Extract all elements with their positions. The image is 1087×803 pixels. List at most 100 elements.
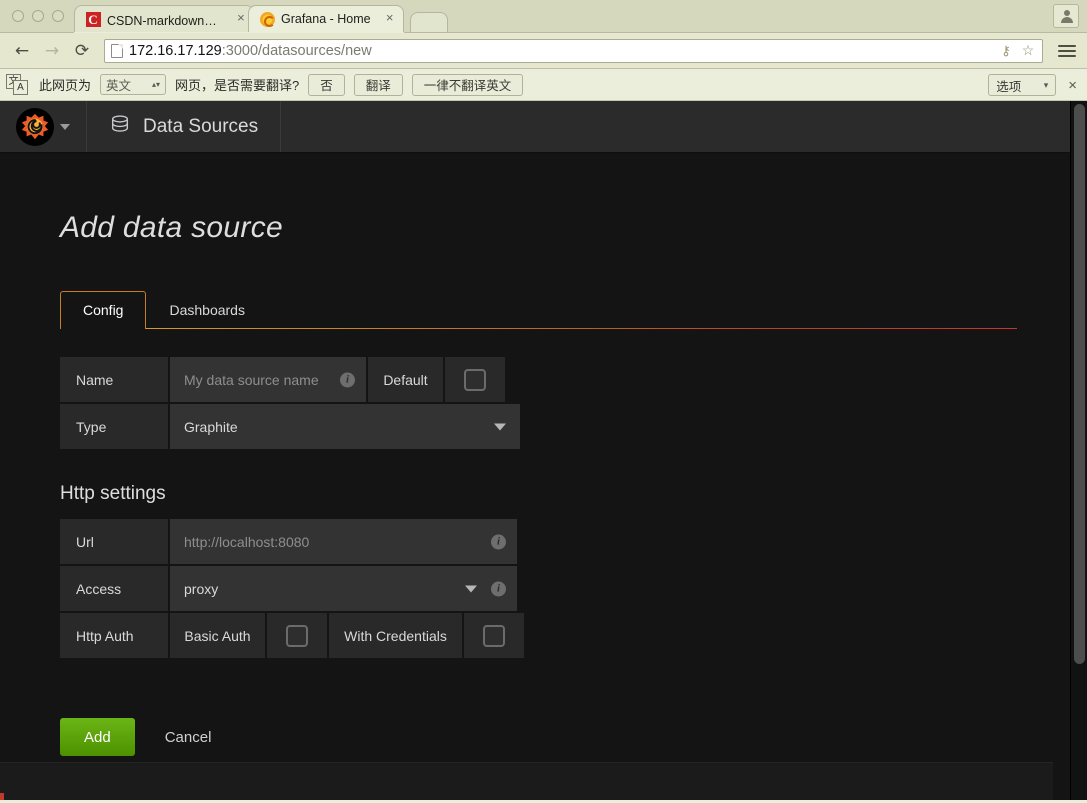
window-controls bbox=[6, 0, 74, 32]
browser-tab-title: CSDN-markdown编辑器 bbox=[107, 13, 235, 28]
person-icon bbox=[1060, 9, 1073, 23]
tab-config-label: Config bbox=[83, 302, 124, 318]
translate-language-select[interactable]: 英文 ▴▾ bbox=[100, 74, 167, 95]
browser-menu-button[interactable] bbox=[1055, 39, 1079, 63]
basic-auth-label: Basic Auth bbox=[170, 613, 265, 658]
url-input[interactable] bbox=[170, 519, 517, 564]
address-bar[interactable]: 172.16.17.129:3000/datasources/new ⚷ ☆ bbox=[104, 38, 1043, 63]
form-actions: Add Cancel bbox=[60, 718, 1070, 756]
menu-line bbox=[1058, 54, 1076, 57]
page-footer-band bbox=[0, 762, 1053, 800]
page-scrollbar-thumb[interactable] bbox=[1074, 104, 1085, 664]
browser-tab-grafana[interactable]: Grafana - Home × bbox=[248, 5, 404, 32]
default-label: Default bbox=[368, 357, 443, 402]
info-icon[interactable]: i bbox=[491, 534, 506, 549]
reload-button[interactable]: ⟳ bbox=[68, 37, 96, 65]
url-text: 172.16.17.129:3000/datasources/new bbox=[129, 43, 992, 59]
access-select-value: proxy bbox=[184, 580, 219, 597]
name-label: Name bbox=[60, 357, 168, 402]
access-select[interactable]: proxy i bbox=[170, 566, 517, 611]
page-scrollbar[interactable] bbox=[1070, 101, 1087, 800]
with-credentials-checkbox-cell bbox=[464, 613, 524, 658]
page-content: Add data source Config Dashboards Name M… bbox=[0, 153, 1070, 756]
basic-auth-checkbox[interactable] bbox=[286, 624, 308, 647]
cancel-button[interactable]: Cancel bbox=[161, 729, 216, 746]
grafana-brand-menu[interactable] bbox=[0, 101, 87, 152]
chevron-down-icon: ▾ bbox=[1043, 79, 1049, 90]
profile-button[interactable] bbox=[1053, 4, 1079, 28]
info-icon[interactable]: i bbox=[340, 372, 355, 387]
translate-infobar: 文 A 此网页为 英文 ▴▾ 网页，是否需要翻译? 否 翻译 一律不翻译英文 选… bbox=[0, 69, 1087, 101]
window-maximize-button[interactable] bbox=[52, 9, 64, 22]
basic-settings-form: Name i Default Type Graphite bbox=[60, 357, 1070, 449]
browser-tabstrip: C CSDN-markdown编辑器 × Grafana - Home × bbox=[0, 0, 1087, 33]
url-row: Url i bbox=[60, 519, 1070, 564]
csdn-icon: C bbox=[85, 11, 101, 27]
browser-tab-title: Grafana - Home bbox=[281, 12, 371, 26]
close-icon[interactable]: × bbox=[1064, 77, 1081, 94]
chevron-down-icon bbox=[494, 423, 506, 430]
translate-language-value: 英文 bbox=[106, 79, 132, 93]
url-host: 172.16.17.129 bbox=[129, 42, 222, 59]
translate-prefix-text: 此网页为 bbox=[39, 78, 92, 93]
window-close-button[interactable] bbox=[12, 9, 24, 22]
url-path: :3000/datasources/new bbox=[221, 42, 372, 59]
translate-options-button[interactable]: 选项 ▾ bbox=[988, 74, 1057, 96]
menu-line bbox=[1058, 44, 1076, 47]
navbar-item-label: Data Sources bbox=[143, 115, 259, 137]
browser-toolbar: ← → ⟳ 172.16.17.129:3000/datasources/new… bbox=[0, 33, 1087, 69]
translate-never-button[interactable]: 一律不翻译英文 bbox=[411, 73, 524, 96]
http-settings-form: Url i Access proxy i bbox=[60, 519, 1070, 658]
page-title: Add data source bbox=[60, 211, 283, 244]
grafana-navbar: Data Sources bbox=[0, 101, 1070, 153]
translate-question-text: 网页，是否需要翻译? bbox=[175, 78, 300, 93]
name-input[interactable] bbox=[170, 357, 366, 402]
add-button[interactable]: Add bbox=[60, 718, 135, 756]
type-label: Type bbox=[60, 404, 168, 449]
tab-config[interactable]: Config bbox=[60, 291, 147, 329]
translate-icon-en: A bbox=[13, 79, 28, 95]
window-minimize-button[interactable] bbox=[32, 9, 44, 22]
database-icon bbox=[109, 113, 131, 141]
chevron-down-icon bbox=[465, 585, 477, 592]
translate-icon[interactable]: 文 A bbox=[6, 73, 30, 96]
http-auth-label: Http Auth bbox=[60, 613, 168, 658]
close-icon[interactable]: × bbox=[235, 11, 247, 26]
menu-line bbox=[1058, 49, 1076, 52]
basic-auth-checkbox-cell bbox=[267, 613, 327, 658]
page-info-icon[interactable] bbox=[111, 43, 123, 58]
with-credentials-checkbox[interactable] bbox=[483, 624, 505, 647]
url-label: Url bbox=[60, 519, 168, 564]
chevron-updown-icon: ▴▾ bbox=[151, 79, 161, 89]
url-input-wrap: i bbox=[170, 519, 517, 564]
chevron-down-icon bbox=[60, 123, 70, 130]
key-icon[interactable]: ⚷ bbox=[998, 43, 1014, 59]
bookmark-star-icon[interactable]: ☆ bbox=[1020, 42, 1036, 59]
close-icon[interactable]: × bbox=[383, 11, 397, 26]
grafana-logo-icon bbox=[16, 107, 54, 146]
browser-window: C CSDN-markdown编辑器 × Grafana - Home × ← … bbox=[0, 0, 1087, 803]
translate-button[interactable]: 翻译 bbox=[353, 73, 403, 96]
browser-tab-csdn[interactable]: C CSDN-markdown编辑器 × bbox=[74, 5, 254, 32]
default-checkbox-cell bbox=[445, 357, 505, 402]
type-select[interactable]: Graphite bbox=[170, 404, 520, 449]
translate-infobar-right: 选项 ▾ × bbox=[988, 69, 1081, 101]
translate-options-label: 选项 bbox=[996, 79, 1022, 94]
forward-button[interactable]: → bbox=[38, 37, 66, 65]
page-corner-artifact bbox=[0, 793, 4, 800]
navbar-item-data-sources[interactable]: Data Sources bbox=[87, 101, 282, 152]
tab-dashboards-label: Dashboards bbox=[169, 302, 245, 318]
name-row: Name i Default bbox=[60, 357, 1070, 402]
tab-dashboards[interactable]: Dashboards bbox=[146, 291, 268, 329]
default-checkbox[interactable] bbox=[464, 368, 486, 391]
grafana-page: Data Sources Add data source Config Dash… bbox=[0, 101, 1070, 800]
tab-bar: Config Dashboards bbox=[60, 283, 1017, 329]
translate-no-button[interactable]: 否 bbox=[308, 73, 345, 96]
grafana-icon bbox=[259, 11, 275, 27]
page-viewport: Data Sources Add data source Config Dash… bbox=[0, 101, 1087, 800]
new-tab-button[interactable] bbox=[409, 12, 448, 32]
http-auth-row: Http Auth Basic Auth With Credentials bbox=[60, 613, 1070, 658]
back-button[interactable]: ← bbox=[8, 37, 36, 65]
type-select-value: Graphite bbox=[184, 418, 238, 435]
info-icon[interactable]: i bbox=[491, 581, 506, 596]
